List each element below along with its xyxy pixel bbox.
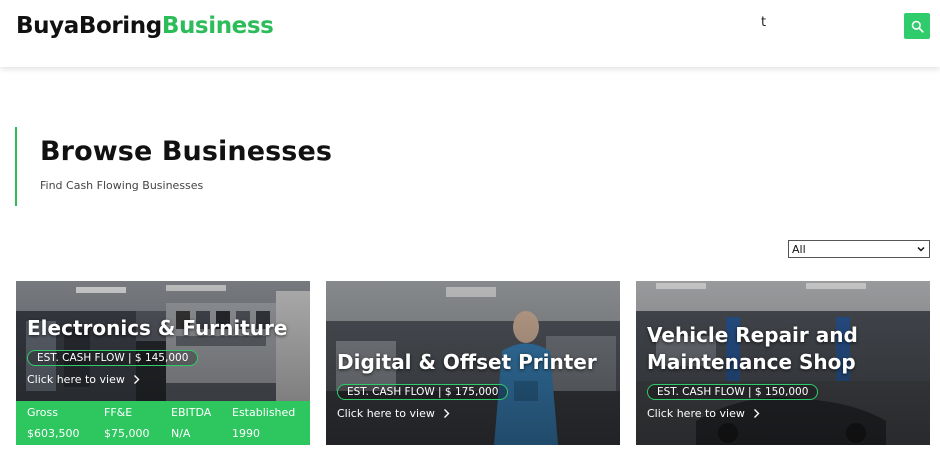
business-card[interactable]: Electronics & Furniture EST. CASH FLOW |… (16, 281, 310, 445)
chevron-right-icon (753, 409, 760, 418)
card-title-line-1: Vehicle Repair and (647, 323, 858, 347)
card-title: Electronics & Furniture (27, 316, 288, 340)
page-title: Browse Businesses (40, 136, 333, 167)
site-header: BuyaBoringBusiness t (0, 0, 940, 67)
cash-flow-badge: EST. CASH FLOW | $ 145,000 (27, 350, 199, 366)
view-link-label: Click here to view (337, 407, 435, 420)
stat-label-gross: Gross (27, 406, 58, 419)
chevron-right-icon (133, 375, 140, 384)
stat-label-ffe: FF&E (104, 406, 133, 419)
stat-value-ebitda: N/A (171, 427, 191, 440)
card-title-line-2: Maintenance Shop (647, 350, 856, 374)
business-card[interactable]: Vehicle Repair and Maintenance Shop EST.… (636, 281, 930, 445)
stat-value-ffe: $75,000 (104, 427, 150, 440)
cash-flow-badge: EST. CASH FLOW | $ 150,000 (647, 384, 819, 400)
business-card[interactable]: Digital & Offset Printer EST. CASH FLOW … (326, 281, 620, 445)
search-button[interactable] (904, 13, 930, 39)
card-title: Digital & Offset Printer (337, 350, 597, 374)
logo-text-green: Business (161, 13, 274, 39)
filter-selected-value: All (792, 242, 806, 256)
stat-label-ebitda: EBITDA (171, 406, 212, 419)
logo-text-dark: BuyaBoring (16, 13, 162, 39)
stat-label-established: Established (232, 406, 296, 419)
header-text-fragment: t (761, 15, 767, 30)
chevron-right-icon (443, 409, 450, 418)
site-logo[interactable]: BuyaBoringBusiness (16, 13, 274, 39)
view-link-label: Click here to view (27, 373, 125, 386)
stat-value-gross: $603,500 (27, 427, 80, 440)
view-link-label: Click here to view (647, 407, 745, 420)
hero-accent-bar (15, 127, 17, 206)
category-filter-select[interactable]: All (788, 240, 930, 258)
view-listing-link[interactable]: Click here to view (27, 373, 140, 386)
view-listing-link[interactable]: Click here to view (647, 407, 760, 420)
view-listing-link[interactable]: Click here to view (337, 407, 450, 420)
cash-flow-badge: EST. CASH FLOW | $ 175,000 (337, 384, 509, 400)
page-subtitle: Find Cash Flowing Businesses (40, 179, 204, 192)
search-icon (911, 20, 924, 33)
stat-value-established: 1990 (232, 427, 260, 440)
card-stats-bar: Gross FF&E EBITDA Established $603,500 $… (16, 401, 310, 445)
chevron-down-icon (917, 246, 925, 252)
